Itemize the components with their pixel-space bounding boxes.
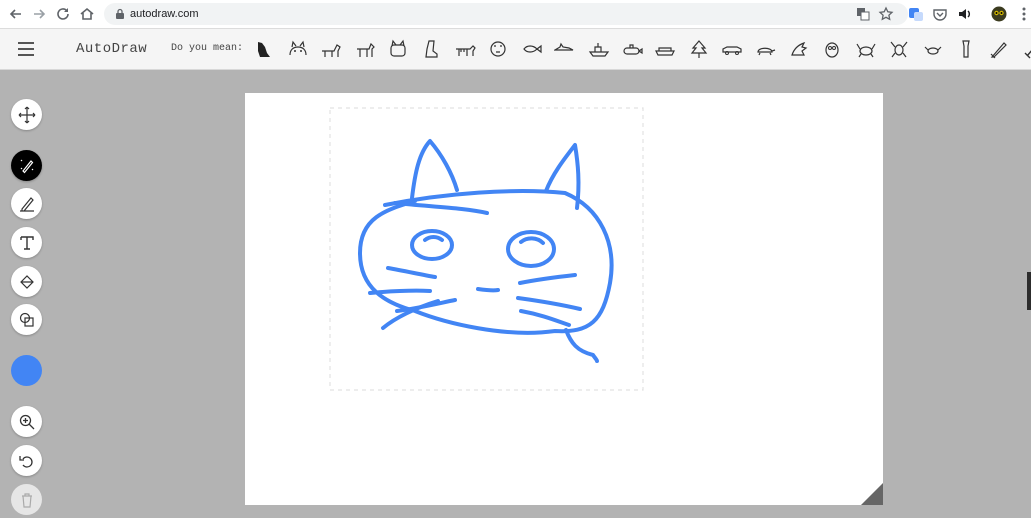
browser-toolbar: autodraw.com	[0, 0, 1031, 29]
star-icon[interactable]	[877, 5, 895, 23]
zoom-button[interactable]	[11, 406, 42, 437]
suggestion-crab[interactable]	[849, 37, 882, 61]
suggestion-fish[interactable]	[515, 37, 548, 61]
type-tool-button[interactable]	[11, 227, 42, 258]
draw-tool-button[interactable]	[11, 188, 42, 219]
paint-bucket-icon	[19, 274, 34, 289]
suggestion-tree[interactable]	[682, 37, 715, 61]
suggestion-sword-2[interactable]	[1016, 37, 1031, 61]
autodraw-selection-box	[329, 107, 644, 391]
shapes-icon	[19, 312, 34, 327]
delete-button[interactable]	[11, 484, 42, 515]
trash-icon	[21, 492, 32, 508]
suggestion-flashlight[interactable]	[949, 37, 982, 61]
google-translate-icon[interactable]	[907, 5, 925, 23]
address-bar[interactable]: autodraw.com	[104, 3, 908, 25]
suggestion-dog[interactable]	[315, 37, 348, 61]
color-swatch[interactable]	[11, 355, 42, 386]
fill-tool-button[interactable]	[11, 266, 42, 297]
pencil-icon	[19, 196, 34, 212]
suggestion-shark[interactable]	[549, 37, 582, 61]
suggestions-bar	[248, 37, 1031, 61]
suggestion-car[interactable]	[715, 37, 748, 61]
profile-avatar-icon[interactable]	[990, 5, 1008, 23]
text-icon	[19, 235, 34, 250]
url-text[interactable]: autodraw.com	[130, 6, 198, 22]
app-header: AutoDraw Do you mean:	[0, 29, 1031, 70]
suggestion-horse[interactable]	[348, 37, 381, 61]
reload-icon[interactable]	[54, 5, 72, 23]
suggestion-lobster[interactable]	[882, 37, 915, 61]
move-arrows-icon	[18, 106, 35, 123]
suggestion-crab-2[interactable]	[916, 37, 949, 61]
scrollbar-handle[interactable]	[1027, 272, 1031, 310]
suggestion-owl[interactable]	[816, 37, 849, 61]
suggestion-ship[interactable]	[582, 37, 615, 61]
canvas-resize-handle[interactable]	[861, 483, 883, 505]
suggestion-cat-face[interactable]	[382, 37, 415, 61]
drawing-canvas[interactable]	[245, 93, 883, 505]
suggestion-tiger-face[interactable]	[482, 37, 515, 61]
pocket-icon[interactable]	[931, 5, 949, 23]
shape-tool-button[interactable]	[11, 304, 42, 335]
select-tool-button[interactable]	[11, 99, 42, 130]
suggestion-turtle[interactable]	[749, 37, 782, 61]
autodraw-tool-button[interactable]	[11, 150, 42, 181]
hamburger-menu-icon[interactable]	[16, 39, 36, 59]
suggestion-boot[interactable]	[415, 37, 448, 61]
suggestion-dragon[interactable]	[782, 37, 815, 61]
suggestion-boat[interactable]	[649, 37, 682, 61]
volume-icon[interactable]	[956, 5, 974, 23]
app-title: AutoDraw	[76, 41, 148, 57]
zoom-in-icon	[19, 414, 34, 429]
autodraw-icon	[20, 159, 33, 173]
suggestion-sword[interactable]	[983, 37, 1016, 61]
cat-drawing	[329, 107, 644, 391]
suggestion-cat[interactable]	[281, 37, 314, 61]
home-icon[interactable]	[78, 5, 96, 23]
translate-icon[interactable]	[854, 5, 872, 23]
more-vert-icon[interactable]	[1015, 5, 1031, 23]
back-icon[interactable]	[7, 5, 25, 23]
undo-icon	[18, 455, 33, 468]
suggestions-label: Do you mean:	[171, 43, 244, 54]
forward-icon[interactable]	[30, 5, 48, 23]
workspace	[0, 70, 1031, 518]
suggestion-tiger[interactable]	[448, 37, 481, 61]
suggestion-bear[interactable]	[248, 37, 281, 61]
undo-button[interactable]	[11, 445, 42, 476]
suggestion-submarine[interactable]	[615, 37, 648, 61]
lock-icon	[116, 8, 124, 19]
